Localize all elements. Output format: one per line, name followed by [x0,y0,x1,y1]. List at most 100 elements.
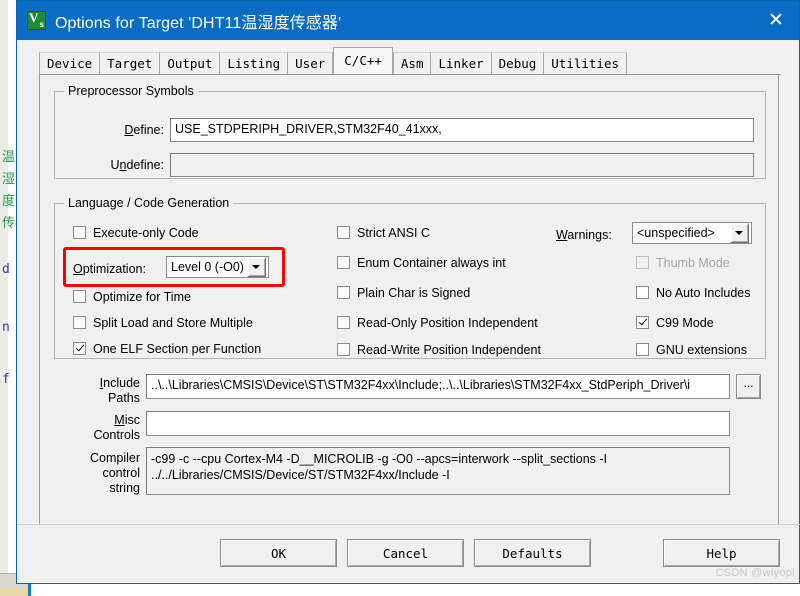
checkbox-box [337,316,350,329]
optimization-dropdown[interactable]: Level 0 (-O0) [166,256,269,278]
checkbox-label: C99 Mode [656,316,714,330]
editor-bottom-strip [0,588,28,596]
tab-linker[interactable]: Linker [430,52,492,74]
dialog-title: Options for Target 'DHT11温湿度传感器' [55,14,342,32]
tab-utilities[interactable]: Utilities [543,52,628,74]
tab-target[interactable]: Target [99,52,161,74]
checkbox-box [73,226,86,239]
checkbox-label: Optimize for Time [93,290,191,304]
background-code-line: 传 [2,216,16,231]
misc-controls-input[interactable] [146,411,730,436]
checkbox-box [337,286,350,299]
tab-label: Debug [498,56,537,71]
checkbox-one-elf-section-per-function[interactable]: One ELF Section per Function [73,342,261,356]
defaults-button[interactable]: Defaults [474,539,591,567]
checkbox-box [337,343,350,356]
warnings-value: <unspecified> [637,226,715,240]
optimization-label: Optimization: [73,262,146,276]
dialog-button-row: OK Cancel Defaults Help CSDN @wiyopl [17,524,800,583]
include-paths-browse-button[interactable]: ... [736,374,761,399]
background-code-line: 温 [2,150,16,165]
checkbox-box [636,343,649,356]
checkbox-gnu-extensions[interactable]: GNU extensions [636,343,747,357]
checkbox-box [636,256,649,269]
preprocessor-group-title: Preprocessor Symbols [64,84,198,98]
background-code-line: d [2,262,10,277]
background-code-line: 度 [2,194,16,209]
compiler-control-string-label: Compiler control string [89,451,140,495]
checkbox-enum-container-always-int[interactable]: Enum Container always int [337,256,506,270]
tab-listing[interactable]: Listing [219,52,289,74]
tab-device[interactable]: Device [39,52,101,74]
tab-label: Asm [400,56,424,71]
watermark: CSDN @wiyopl [715,567,795,579]
tab-label: Output [167,56,213,71]
tab-label: Target [107,56,153,71]
checkbox-label: Read-Write Position Independent [357,343,541,357]
checkbox-optimize-for-time[interactable]: Optimize for Time [73,290,191,304]
cpp-settings-panel: Preprocessor Symbols Define: USE_STDPERI… [39,75,779,525]
checkbox-label: No Auto Includes [656,286,751,300]
tab-label: C/C++ [344,53,382,68]
background-code-line: f [2,372,10,387]
include-paths-input[interactable]: ..\..\Libraries\CMSIS\Device\ST\STM32F4x… [146,374,730,399]
checkbox-label: One ELF Section per Function [93,342,262,356]
cancel-button[interactable]: Cancel [347,539,464,567]
tab-label: Linker [438,56,484,71]
checkbox-label: Read-Only Position Independent [357,316,538,330]
tab-debug[interactable]: Debug [490,52,545,74]
compiler-control-string-input[interactable]: -c99 -c --cpu Cortex-M4 -D__MICROLIB -g … [146,447,730,495]
checkbox-box [636,286,649,299]
close-icon[interactable]: ✕ [753,1,799,40]
include-paths-label: Include Paths [99,376,140,405]
checkbox-c99-mode[interactable]: C99 Mode [636,316,714,330]
checkbox-strict-ansi-c[interactable]: Strict ANSI C [337,226,430,240]
tab-label: Listing [227,56,281,71]
checkbox-read-write-position-independent[interactable]: Read-Write Position Independent [337,343,541,357]
undefine-label: Undefine: [110,158,164,172]
background-code-line: n [2,320,10,335]
chevron-down-icon[interactable] [247,257,266,277]
tab-bar: Device Target Output Listing User C/C++ Asm Lin… [17,47,799,75]
keil-uvision-icon [27,10,46,30]
ok-button[interactable]: OK [220,539,337,567]
undefine-input[interactable] [170,153,754,177]
tab-label: Device [47,56,93,71]
tab-label: Utilities [551,56,620,71]
checkbox-box [73,290,86,303]
checkbox-split-load-store-multiple[interactable]: Split Load and Store Multiple [73,316,253,330]
checkbox-thumb-mode: Thumb Mode [636,256,730,270]
help-button[interactable]: Help [663,539,780,567]
tab-asm[interactable]: Asm [392,52,432,74]
checkbox-label: Split Load and Store Multiple [93,316,253,330]
checkbox-box [73,342,86,355]
checkbox-no-auto-includes[interactable]: No Auto Includes [636,286,751,300]
language-group-title: Language / Code Generation [64,196,234,210]
checkbox-label: Thumb Mode [656,256,730,270]
define-label: Define: [124,123,164,137]
checkbox-label: Enum Container always int [357,256,506,270]
tab-c-c[interactable]: C/C++ [333,47,393,74]
warnings-dropdown[interactable]: <unspecified> [632,222,752,244]
checkbox-box [73,316,86,329]
editor-gutter [0,0,8,596]
chevron-down-icon[interactable] [730,223,749,243]
checkbox-read-only-position-independent[interactable]: Read-Only Position Independent [337,316,538,330]
checkbox-label: GNU extensions [656,343,748,357]
tab-output[interactable]: Output [159,52,221,74]
checkbox-box [337,226,350,239]
dialog-titlebar: Options for Target 'DHT11温湿度传感器' ✕ [17,1,799,40]
tab-user[interactable]: User [287,52,334,74]
checkbox-execute-only-code[interactable]: Execute-only Code [73,226,199,240]
define-input[interactable]: USE_STDPERIPH_DRIVER,STM32F40_41xxx, [170,118,754,142]
checkbox-plain-char-is-signed[interactable]: Plain Char is Signed [337,286,470,300]
screen: 温湿度传 d n f Options for Target 'DHT11温湿度传感器'… [0,0,800,596]
optimization-value: Level 0 (-O0) [171,260,244,274]
warnings-label: Warnings: [556,228,612,242]
background-code-line: 湿 [2,172,16,187]
tab-label: User [295,56,326,71]
misc-controls-label: Misc Controls [93,413,140,442]
options-dialog: Options for Target 'DHT11温湿度传感器' ✕ Devic… [16,0,800,584]
checkbox-box [636,316,649,329]
checkbox-label: Plain Char is Signed [357,286,471,300]
